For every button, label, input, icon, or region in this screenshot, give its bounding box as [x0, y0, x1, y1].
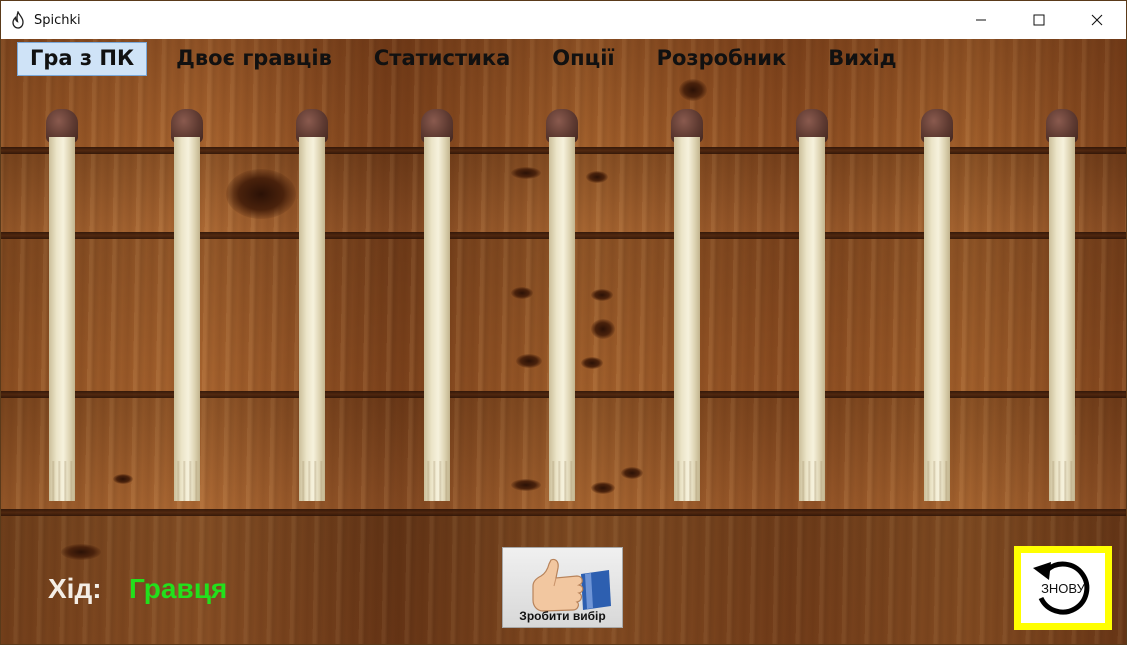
match-stick — [799, 137, 825, 501]
match-stick — [1049, 137, 1075, 501]
flame-icon — [10, 11, 26, 29]
window-controls — [952, 1, 1126, 39]
match-7[interactable] — [796, 109, 828, 501]
again-label: ЗНОВУ — [1041, 581, 1085, 596]
close-button[interactable] — [1068, 1, 1126, 39]
minimize-icon — [976, 19, 986, 21]
make-choice-label: Зробити вибір — [519, 609, 606, 623]
make-choice-button[interactable]: Зробити вибір — [502, 547, 623, 628]
match-stick — [549, 137, 575, 501]
wood-knot — [621, 467, 643, 479]
wood-knot — [511, 479, 541, 491]
menu-play-vs-pc[interactable]: Гра з ПК — [17, 42, 148, 76]
close-icon — [1091, 14, 1103, 26]
again-button[interactable]: ЗНОВУ — [1014, 546, 1112, 630]
turn-value: Гравця — [129, 573, 228, 604]
match-3[interactable] — [296, 109, 328, 501]
match-9[interactable] — [1046, 109, 1078, 501]
match-5[interactable] — [546, 109, 578, 501]
match-6[interactable] — [671, 109, 703, 501]
match-stick — [49, 137, 75, 501]
maximize-button[interactable] — [1010, 1, 1068, 39]
wood-knot — [226, 169, 296, 219]
app-window: Spichki Гра з ПК Двоє гравців Статистика… — [0, 0, 1127, 645]
menu-exit[interactable]: Вихід — [815, 42, 909, 76]
wood-knot — [516, 354, 542, 368]
wood-knot — [591, 482, 615, 494]
match-stick — [424, 137, 450, 501]
match-8[interactable] — [921, 109, 953, 501]
menu-developer[interactable]: Розробник — [644, 42, 800, 76]
maximize-icon — [1033, 14, 1045, 26]
menu-statistics[interactable]: Статистика — [361, 42, 523, 76]
wood-knot — [581, 357, 603, 369]
wood-knot — [591, 319, 615, 339]
wood-knot — [586, 171, 608, 183]
turn-label: Хід: — [48, 573, 102, 604]
match-stick — [924, 137, 950, 501]
thumbs-up-icon — [532, 558, 611, 612]
menu-two-players[interactable]: Двоє гравців — [163, 42, 345, 76]
match-stick — [299, 137, 325, 501]
wood-knot — [511, 287, 533, 299]
window-title: Spichki — [34, 12, 81, 28]
title-bar[interactable]: Spichki — [1, 1, 1126, 39]
match-stick — [674, 137, 700, 501]
wood-knot — [511, 167, 541, 179]
match-1[interactable] — [46, 109, 78, 501]
again-button-face: ЗНОВУ — [1021, 553, 1105, 623]
match-stick — [174, 137, 200, 501]
match-2[interactable] — [171, 109, 203, 501]
wood-knot — [61, 544, 101, 560]
plank-seam — [1, 509, 1126, 516]
wood-knot — [113, 474, 133, 484]
menu-options[interactable]: Опції — [539, 42, 627, 76]
minimize-button[interactable] — [952, 1, 1010, 39]
menu-bar: Гра з ПК Двоє гравців Статистика Опції Р… — [1, 39, 1126, 79]
wood-knot — [679, 79, 707, 101]
wood-knot — [591, 289, 613, 301]
match-4[interactable] — [421, 109, 453, 501]
